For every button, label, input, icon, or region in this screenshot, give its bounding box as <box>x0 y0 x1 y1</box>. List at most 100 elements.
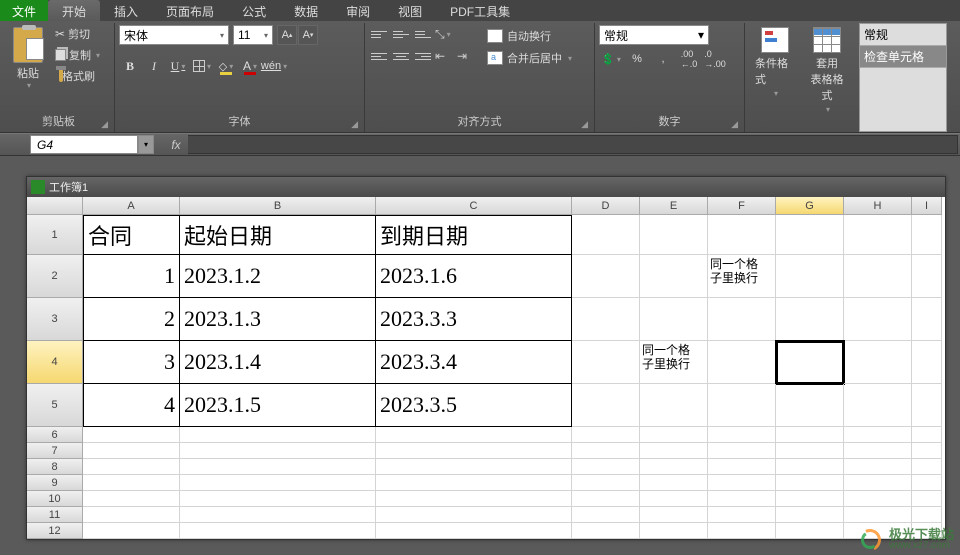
cell-B10[interactable] <box>180 491 376 507</box>
name-box-dropdown[interactable]: ▾ <box>138 135 154 154</box>
cell-E2[interactable] <box>640 255 708 298</box>
name-box[interactable]: G4 <box>30 135 138 154</box>
row-header-3[interactable]: 3 <box>27 298 83 341</box>
cell-D1[interactable] <box>572 215 640 255</box>
cell-C11[interactable] <box>376 507 572 523</box>
cell-A2[interactable]: 1 <box>83 255 180 298</box>
cell-C12[interactable] <box>376 523 572 539</box>
cell-E10[interactable] <box>640 491 708 507</box>
cell-I8[interactable] <box>912 459 942 475</box>
align-bottom-button[interactable] <box>413 25 433 43</box>
cell-I4[interactable] <box>912 341 942 384</box>
paste-button[interactable]: 粘贴 ▾ <box>7 25 49 92</box>
row-header-2[interactable]: 2 <box>27 255 83 298</box>
cell-C5[interactable]: 2023.3.5 <box>376 384 572 427</box>
cell-A12[interactable] <box>83 523 180 539</box>
cell-B8[interactable] <box>180 459 376 475</box>
cell-G11[interactable] <box>776 507 844 523</box>
font-color-button[interactable]: A▾ <box>239 55 261 77</box>
cell-H11[interactable] <box>844 507 912 523</box>
cell-D6[interactable] <box>572 427 640 443</box>
cell-D2[interactable] <box>572 255 640 298</box>
cell-B11[interactable] <box>180 507 376 523</box>
col-header-D[interactable]: D <box>572 197 640 215</box>
cell-G6[interactable] <box>776 427 844 443</box>
cell-H10[interactable] <box>844 491 912 507</box>
align-left-button[interactable] <box>369 47 389 65</box>
tab-pdf[interactable]: PDF工具集 <box>436 0 524 21</box>
row-header-10[interactable]: 10 <box>27 491 83 507</box>
format-painter-button[interactable]: 格式刷 <box>53 67 102 85</box>
cell-D5[interactable] <box>572 384 640 427</box>
orientation-button[interactable]: ⤡▾ <box>435 25 455 43</box>
cell-I5[interactable] <box>912 384 942 427</box>
cell-I11[interactable] <box>912 507 942 523</box>
row-header-11[interactable]: 11 <box>27 507 83 523</box>
cell-F6[interactable] <box>708 427 776 443</box>
cell-D11[interactable] <box>572 507 640 523</box>
cell-E1[interactable] <box>640 215 708 255</box>
cell-A9[interactable] <box>83 475 180 491</box>
cell-D9[interactable] <box>572 475 640 491</box>
font-size-combo[interactable]: 11▾ <box>233 25 273 45</box>
increase-decimal-button[interactable]: .00←.0 <box>677 49 701 69</box>
cell-A1[interactable]: 合同 <box>83 215 180 255</box>
cell-I9[interactable] <box>912 475 942 491</box>
cell-G1[interactable] <box>776 215 844 255</box>
cell-F12[interactable] <box>708 523 776 539</box>
col-header-G[interactable]: G <box>776 197 844 215</box>
dialog-launcher-clipboard[interactable]: ◢ <box>7 119 110 130</box>
cell-B1[interactable]: 起始日期 <box>180 215 376 255</box>
cell-C7[interactable] <box>376 443 572 459</box>
row-header-7[interactable]: 7 <box>27 443 83 459</box>
cell-A4[interactable]: 3 <box>83 341 180 384</box>
dialog-launcher-align[interactable]: ◢ <box>369 119 590 130</box>
cell-B12[interactable] <box>180 523 376 539</box>
tab-insert[interactable]: 插入 <box>100 0 152 21</box>
cell-C9[interactable] <box>376 475 572 491</box>
cell-H8[interactable] <box>844 459 912 475</box>
col-header-H[interactable]: H <box>844 197 912 215</box>
cell-styles-gallery[interactable]: 常规 检查单元格 <box>859 23 947 132</box>
cell-F1[interactable] <box>708 215 776 255</box>
cell-E12[interactable] <box>640 523 708 539</box>
cell-D10[interactable] <box>572 491 640 507</box>
cell-H2[interactable] <box>844 255 912 298</box>
cell-F8[interactable] <box>708 459 776 475</box>
cell-G7[interactable] <box>776 443 844 459</box>
cell-H3[interactable] <box>844 298 912 341</box>
col-header-I[interactable]: I <box>912 197 942 215</box>
cell-A3[interactable]: 2 <box>83 298 180 341</box>
cell-H4[interactable] <box>844 341 912 384</box>
row-header-6[interactable]: 6 <box>27 427 83 443</box>
cell-B7[interactable] <box>180 443 376 459</box>
cell-C6[interactable] <box>376 427 572 443</box>
row-header-8[interactable]: 8 <box>27 459 83 475</box>
cut-button[interactable]: ✂剪切 <box>53 25 102 43</box>
bold-button[interactable]: B <box>119 55 141 77</box>
style-normal[interactable]: 常规 <box>860 24 946 46</box>
cell-H9[interactable] <box>844 475 912 491</box>
phonetic-button[interactable]: wén▾ <box>263 55 285 77</box>
col-header-F[interactable]: F <box>708 197 776 215</box>
cell-A5[interactable]: 4 <box>83 384 180 427</box>
cell-C1[interactable]: 到期日期 <box>376 215 572 255</box>
cell-B4[interactable]: 2023.1.4 <box>180 341 376 384</box>
file-menu[interactable]: 文件 <box>0 0 48 21</box>
row-header-5[interactable]: 5 <box>27 384 83 427</box>
cell-E8[interactable] <box>640 459 708 475</box>
col-header-B[interactable]: B <box>180 197 376 215</box>
cell-G10[interactable] <box>776 491 844 507</box>
cell-C3[interactable]: 2023.3.3 <box>376 298 572 341</box>
cell-E4[interactable]: 同一个格 子里换行 <box>640 341 708 384</box>
cell-I7[interactable] <box>912 443 942 459</box>
increase-indent-button[interactable]: ⇥ <box>457 47 477 65</box>
cell-F10[interactable] <box>708 491 776 507</box>
cell-B3[interactable]: 2023.1.3 <box>180 298 376 341</box>
cell-F11[interactable] <box>708 507 776 523</box>
spreadsheet-grid[interactable]: ABCDEFGHI 1合同起始日期到期日期212023.1.22023.1.6同… <box>27 197 945 539</box>
cell-F3[interactable] <box>708 298 776 341</box>
align-center-button[interactable] <box>391 47 411 65</box>
col-header-A[interactable]: A <box>83 197 180 215</box>
cell-D12[interactable] <box>572 523 640 539</box>
